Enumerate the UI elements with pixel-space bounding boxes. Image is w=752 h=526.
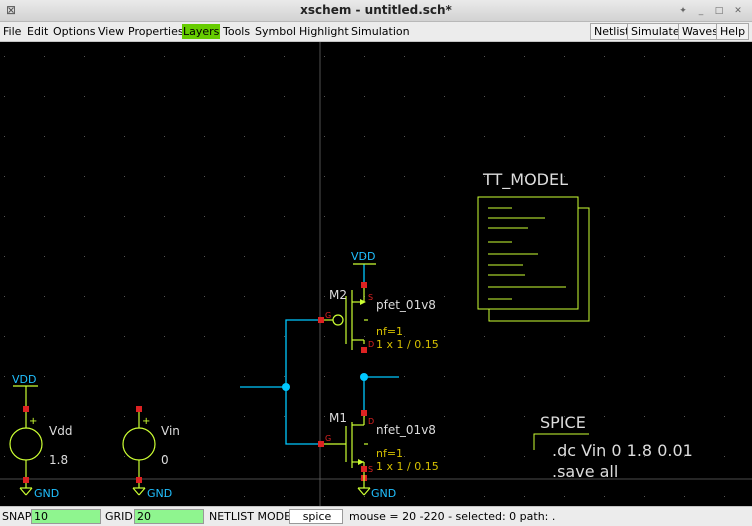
vdd-label-top[interactable]: VDD <box>351 250 376 265</box>
vdd-label-text: VDD <box>351 250 375 263</box>
gnd-label-m1: GND <box>371 487 396 500</box>
spice-line-save: .save all <box>552 462 618 481</box>
grid-label: GRID: <box>105 510 137 523</box>
status-bar: SNAP: 10 GRID: 20 NETLIST MODE: spice mo… <box>0 506 752 526</box>
vin-source-value: 0 <box>161 453 169 467</box>
menu-properties[interactable]: Properties <box>127 24 185 39</box>
menu-bar: File Edit Options View Properties Layers… <box>0 22 752 42</box>
window-title: xschem - untitled.sch* <box>300 3 452 17</box>
menu-symbol[interactable]: Symbol <box>254 24 297 39</box>
menu-file[interactable]: File <box>2 24 22 39</box>
maximize-button[interactable]: □ <box>712 4 726 18</box>
m1-size: 1 x 1 / 0.15 <box>376 460 439 473</box>
m1-nf: nf=1 <box>376 447 403 460</box>
menu-layers[interactable]: Layers <box>182 24 221 39</box>
m1-pin-g: G <box>325 434 331 443</box>
menu-tools[interactable]: Tools <box>222 24 251 39</box>
vdd-source-plus: + <box>29 416 37 427</box>
vdd-source-gnd-label: GND <box>34 487 59 500</box>
menu-highlight[interactable]: Highlight <box>298 24 350 39</box>
spice-label: SPICE <box>540 413 586 432</box>
netlist-mode-select[interactable]: spice <box>289 509 343 524</box>
spice-line-dc: .dc Vin 0 1.8 0.01 <box>552 441 693 460</box>
m2-size: 1 x 1 / 0.15 <box>376 338 439 351</box>
minimize-button[interactable]: _ <box>694 4 708 18</box>
menu-view[interactable]: View <box>97 24 125 39</box>
vdd-source-net-label: VDD <box>12 373 36 386</box>
menu-edit[interactable]: Edit <box>26 24 49 39</box>
m2-pin-s: S <box>368 293 373 302</box>
m2-name: M2 <box>329 288 347 302</box>
m2-nf: nf=1 <box>376 325 403 338</box>
simulate-button[interactable]: Simulate <box>627 23 684 40</box>
m2-model: pfet_01v8 <box>376 298 436 312</box>
m2-pin-g: G <box>325 311 331 320</box>
pin-window-button[interactable]: ✦ <box>676 4 690 18</box>
vdd-source-name: Vdd <box>49 424 72 438</box>
netlist-mode-label: NETLIST MODE: <box>209 510 295 523</box>
junction-output[interactable] <box>360 373 368 381</box>
m1-pin-d: D <box>368 417 374 426</box>
tt-model-label: TT_MODEL <box>482 170 568 190</box>
vin-source-plus: + <box>142 416 150 427</box>
m1-name: M1 <box>329 411 347 425</box>
help-button[interactable]: Help <box>716 23 750 40</box>
title-bar: ⊠ xschem - untitled.sch* ✦ _ □ ✕ <box>0 0 752 22</box>
close-button[interactable]: ✕ <box>731 4 745 18</box>
menu-simulation[interactable]: Simulation <box>350 24 411 39</box>
menu-options[interactable]: Options <box>52 24 96 39</box>
snap-input[interactable]: 10 <box>31 509 101 524</box>
m2-pin-d: D <box>368 340 374 349</box>
status-info: mouse = 20 -220 - selected: 0 path: . <box>349 510 556 523</box>
m1-model: nfet_01v8 <box>376 423 436 437</box>
vin-source-gnd-label: GND <box>147 487 172 500</box>
m1-pin-s: S <box>368 465 373 474</box>
grid-input[interactable]: 20 <box>134 509 204 524</box>
vdd-source-value: 1.8 <box>49 453 68 467</box>
vin-source-name: Vin <box>161 424 180 438</box>
junction-input[interactable] <box>282 383 290 391</box>
schematic-canvas[interactable]: TT_MODEL SPICE .dc Vin 0 1.8 0.01 .save … <box>0 42 752 506</box>
